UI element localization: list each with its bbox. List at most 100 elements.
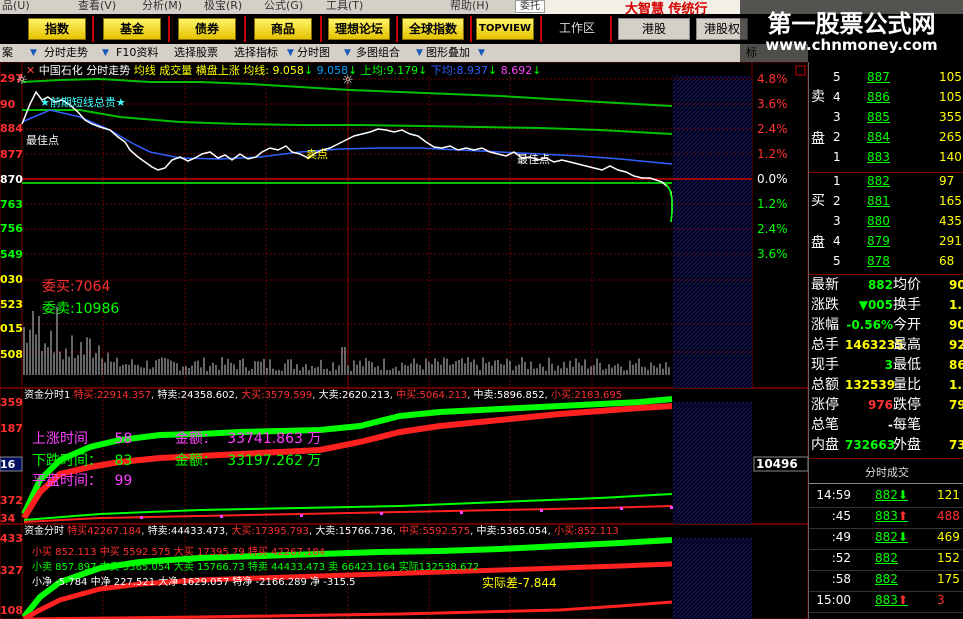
tick-price[interactable]: 882⬇ [875, 488, 908, 503]
menu-item-3[interactable]: 分析(M) [142, 0, 182, 12]
tick-time: :49 [831, 530, 851, 544]
sell-level-price[interactable]: 886 [867, 90, 890, 105]
menu-item-7[interactable]: 帮助(H) [450, 0, 489, 12]
p2-big-buy-label: 大买: [241, 390, 265, 401]
down-arrow-icon: ↓ [418, 64, 428, 77]
p2-big-buy: 3579.599 [264, 390, 313, 401]
quote-panel: 卖 盘 5 887 105 4 886 105 3 885 355 2 884 265 1 883 140 … [808, 62, 963, 619]
dropdown-icon[interactable]: ▼ [30, 44, 37, 62]
menu-item-4[interactable]: 极宝(R) [204, 0, 242, 12]
p3-sell-row: 小卖 857.897 中卖 5365.054 大卖 15766.73 特卖 44… [32, 562, 480, 573]
bond-button[interactable]: 债券 [178, 18, 236, 40]
window-tag[interactable]: 委托 [515, 0, 545, 13]
sell-level-volume: 355 [939, 110, 962, 124]
tick-time: :58 [831, 572, 851, 586]
func-timechart[interactable]: 分时图 [297, 44, 330, 62]
toolbar-divider [540, 16, 542, 42]
p3-real-diff: 实际差-7.844 [482, 576, 557, 590]
buy-level-price[interactable]: 882 [867, 174, 890, 189]
hk-stock-button[interactable]: 港股 [618, 18, 690, 40]
stat-label-2: 外盘 [893, 437, 921, 453]
buy-level-price[interactable]: 879 [867, 234, 890, 249]
index-button[interactable]: 指数 [28, 18, 86, 40]
func-select-indicator[interactable]: 选择指标 [234, 44, 278, 62]
down-arrow-icon: ⬇ [897, 530, 908, 544]
pct-label: 3.6% [757, 97, 788, 111]
down-arrow-icon: ⬇ [897, 488, 908, 502]
buy-level-price[interactable]: 881 [867, 194, 890, 209]
func-multi-chart[interactable]: 多图组合 [356, 44, 400, 62]
stat-value-2: 90 [949, 278, 963, 292]
dropdown-icon[interactable]: ▼ [287, 44, 294, 62]
menu-item-1[interactable]: 品(U) [2, 0, 30, 12]
panel-close-icon[interactable] [795, 65, 806, 76]
price-label: 549 [0, 248, 23, 261]
tick-volume: 488 [937, 509, 960, 523]
stat-label: 涨幅 [811, 317, 839, 333]
p3-small-buy-label: 小买: [553, 526, 578, 537]
menu-item-6[interactable]: 工具(T) [326, 0, 363, 12]
mid-band-line [22, 109, 673, 135]
func-select-stock[interactable]: 选择股票 [174, 44, 218, 62]
func-overlay[interactable]: 图形叠加 [426, 44, 470, 62]
tick-price[interactable]: 883⬆ [875, 593, 908, 608]
dropdown-icon[interactable]: ▼ [344, 44, 351, 62]
up-arrow-icon: ⬆ [897, 509, 908, 523]
fund-button[interactable]: 基金 [103, 18, 161, 40]
forum-button[interactable]: 理想论坛 [328, 18, 390, 40]
func-f10[interactable]: F10资料 [116, 44, 158, 62]
book-separator [809, 274, 963, 275]
sell-level-price[interactable]: 884 [867, 130, 890, 145]
star-marker-icon: ☼ [342, 73, 354, 88]
flow-axis-label: 372 [0, 494, 23, 507]
topview-button[interactable]: TOPVIEW [476, 18, 534, 40]
chart-area[interactable]: ✕ 中国石化 分时走势 均线 成交量 横盘上涨 均线: 9.058↓ 9.058… [0, 62, 808, 619]
buy-level-price[interactable]: 878 [867, 254, 890, 269]
bid-value: 7064 [74, 279, 111, 295]
stats-separator [809, 458, 963, 459]
tick-price[interactable]: 882⬇ [875, 530, 908, 545]
up-avg-label: 上均: [360, 64, 387, 77]
label-ma: 均线 [133, 64, 156, 77]
sell-level-volume: 140 [939, 150, 962, 164]
buy-side-label: 盘 [811, 235, 825, 251]
future-area-hatch [673, 402, 752, 524]
dropdown-icon[interactable]: ▼ [416, 44, 423, 62]
average-price-line [21, 109, 673, 165]
tick-price-value: 882 [875, 551, 898, 565]
unit-label: 万 [307, 431, 322, 447]
book-separator [809, 172, 963, 173]
ask-volume: 委卖:10986 [42, 300, 119, 318]
menu-item-5[interactable]: 公式(G) [264, 0, 303, 12]
flow-axis-label: 34 [0, 512, 16, 525]
tick-separator [809, 507, 963, 508]
p3-mid-buy-label: 中买: [399, 526, 423, 537]
workspace-button[interactable]: 工作区 [548, 18, 606, 40]
dropdown-icon[interactable]: ▼ [478, 44, 485, 62]
stat-label: 涨跌 [811, 297, 839, 313]
toolbar-divider [92, 16, 94, 42]
global-index-button[interactable]: 全球指数 [402, 18, 464, 40]
flat-time-row: 平盘时间： 99 [32, 472, 132, 490]
buy-level-num: 4 [833, 234, 841, 248]
price-label: 870 [0, 173, 23, 186]
volume-bars [23, 306, 670, 375]
func-case[interactable]: 案 [2, 44, 13, 62]
menu-item-2[interactable]: 查看(V) [78, 0, 116, 12]
sell-level-price[interactable]: 887 [867, 70, 890, 85]
toolbar-divider [168, 16, 170, 42]
dropdown-icon[interactable]: ▼ [102, 44, 109, 62]
p3-big-sell: 15766.736 [338, 526, 393, 537]
sell-level-price[interactable]: 885 [867, 110, 890, 125]
tick-price[interactable]: 882 [875, 572, 898, 587]
tick-price[interactable]: 882 [875, 551, 898, 566]
rise-amt: 33741.863 [227, 431, 303, 447]
label-timeshare: 分时走势 [86, 64, 131, 77]
sell-level-price[interactable]: 883 [867, 150, 890, 165]
label-ma2: 均线: [243, 64, 269, 77]
tick-price[interactable]: 883⬆ [875, 509, 908, 524]
pct-label: 2.4% [757, 222, 788, 236]
func-timeshare[interactable]: 分时走势 [44, 44, 88, 62]
buy-level-price[interactable]: 880 [867, 214, 890, 229]
commodity-button[interactable]: 商品 [254, 18, 312, 40]
